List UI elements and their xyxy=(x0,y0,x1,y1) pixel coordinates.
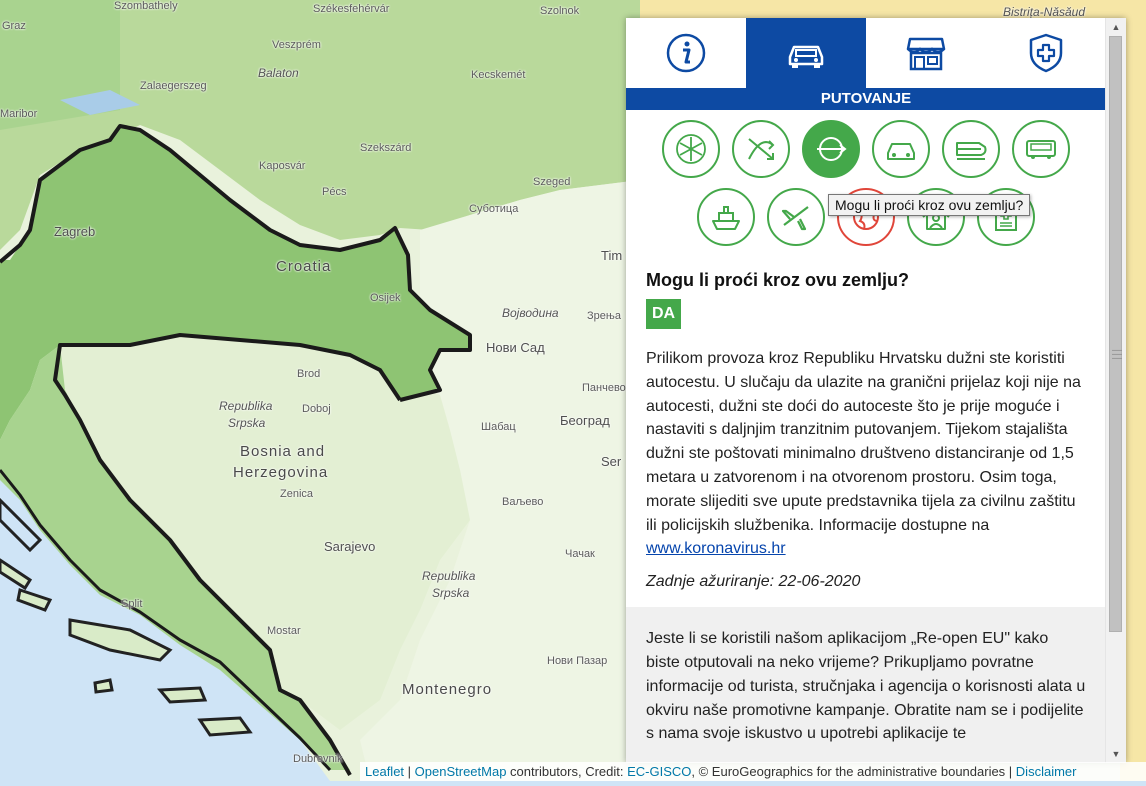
map-label: Београд xyxy=(560,413,610,428)
map-label: Нови Сад xyxy=(486,340,545,355)
map-label: Maribor xyxy=(0,108,38,120)
plane-icon xyxy=(781,206,809,231)
snowflake-icon xyxy=(676,134,706,164)
map-label: Doboj xyxy=(302,403,331,415)
bus-icon xyxy=(1026,140,1056,159)
tooltip: Mogu li proći kroz ovu zemlju? xyxy=(828,194,1031,216)
grip-icon: — — — xyxy=(1112,345,1122,364)
map-label: Osijek xyxy=(370,292,401,304)
map-label: Croatia xyxy=(276,258,332,275)
leaflet-link[interactable]: Leaflet xyxy=(365,764,404,779)
osm-link[interactable]: OpenStreetMap xyxy=(415,764,507,779)
section-title: PUTOVANJE xyxy=(626,88,1106,110)
map-label: Mostar xyxy=(267,625,301,637)
map-label: Панчево xyxy=(582,382,626,394)
map-label: Balaton xyxy=(258,66,299,80)
last-updated: Zadnje ažuriranje: 22-06-2020 xyxy=(646,573,861,591)
tab-travel[interactable] xyxy=(746,18,866,88)
map-label: Нови Пазар xyxy=(547,655,608,667)
map-label: Montenegro xyxy=(402,681,493,698)
map-label: Tim xyxy=(601,248,623,263)
answer-body: Prilikom provoza kroz Republiku Hrvatsku… xyxy=(646,347,1086,561)
scroll-thumb[interactable]: — — — xyxy=(1109,36,1122,632)
map-attribution: Leaflet | OpenStreetMap contributors, Cr… xyxy=(360,762,1146,781)
map-label: Pécs xyxy=(322,186,347,198)
map-label: Brod xyxy=(297,368,321,380)
map-label: Split xyxy=(121,598,143,610)
attribution-text: contributors, Credit: xyxy=(506,764,628,779)
feedback-promo: Jeste li se koristili našom aplikacijom … xyxy=(626,607,1106,763)
info-icon xyxy=(666,33,706,73)
tab-health[interactable] xyxy=(986,18,1106,88)
swap-arrows-icon xyxy=(748,138,775,160)
map-label: Szeged xyxy=(533,176,571,188)
category-transit[interactable] xyxy=(802,120,860,178)
map-label: Szombathely xyxy=(114,0,178,12)
disclaimer-link[interactable]: Disclaimer xyxy=(1016,764,1077,779)
map-label: Zenica xyxy=(280,488,314,500)
transit-icon xyxy=(817,137,847,161)
category-train[interactable] xyxy=(942,120,1000,178)
panel-scrollbar[interactable]: ▲ — — — ▼ xyxy=(1105,18,1126,763)
map-label: Republika xyxy=(422,569,476,583)
map-label: Bosnia and xyxy=(240,443,326,460)
map-label: Sarajevo xyxy=(324,539,376,554)
car-icon xyxy=(788,45,824,68)
info-panel: PUTOVANJE Mogu li proći kroz ovu zemlju?… xyxy=(626,18,1126,763)
panel-tabs xyxy=(626,18,1106,88)
ship-icon xyxy=(712,206,740,230)
tab-shop[interactable] xyxy=(866,18,986,88)
map-label: Ваљево xyxy=(502,496,544,508)
answer-text: Prilikom provoza kroz Republiku Hrvatsku… xyxy=(646,350,1081,534)
attribution-text: , © EuroGeographics for the administrati… xyxy=(691,764,1016,779)
map-label: Srpska xyxy=(432,586,470,600)
car-icon xyxy=(887,143,915,160)
attribution-sep: | xyxy=(404,764,415,779)
map-label: Srpska xyxy=(228,416,266,430)
map-label: Székesfehérvár xyxy=(313,3,390,15)
category-movement[interactable] xyxy=(732,120,790,178)
question-heading: Mogu li proći kroz ovu zemlju? xyxy=(646,270,910,290)
map-label: Szekszárd xyxy=(360,142,412,154)
category-weather[interactable] xyxy=(662,120,720,178)
scroll-down-arrow[interactable]: ▼ xyxy=(1106,745,1126,763)
map-label: Зрења xyxy=(587,310,621,322)
gisco-link[interactable]: EC-GISCO xyxy=(627,764,691,779)
category-ship[interactable] xyxy=(697,188,755,246)
scroll-up-arrow[interactable]: ▲ xyxy=(1106,18,1126,36)
koronavirus-link[interactable]: www.koronavirus.hr xyxy=(646,540,786,557)
map-label: Herzegovina xyxy=(233,464,329,481)
map-label: Kecskemét xyxy=(471,69,526,81)
train-icon xyxy=(956,142,987,160)
map-label: Шабац xyxy=(481,421,516,433)
shield-cross-icon xyxy=(1029,33,1063,73)
map-label: Dubrovnik xyxy=(293,753,343,765)
map-label: Војводина xyxy=(502,306,559,320)
answer-content: Mogu li proći kroz ovu zemlju? DA Prilik… xyxy=(626,270,1106,591)
category-icons xyxy=(626,110,1106,246)
map-label: Szolnok xyxy=(540,5,580,17)
map-label: Zagreb xyxy=(54,224,96,239)
map-label: Veszprém xyxy=(272,39,321,51)
map-label: Чачак xyxy=(565,548,595,560)
category-bus[interactable] xyxy=(1012,120,1070,178)
store-icon xyxy=(906,37,946,71)
map-label: Ser xyxy=(601,454,622,469)
map-label: Graz xyxy=(2,20,26,32)
map-label: Bistrița-Năsăud xyxy=(1003,5,1086,19)
category-plane[interactable] xyxy=(767,188,825,246)
tab-info[interactable] xyxy=(626,18,746,88)
map-label: Суботица xyxy=(469,203,519,215)
map-label: Zalaegerszeg xyxy=(140,80,207,92)
category-car[interactable] xyxy=(872,120,930,178)
answer-badge: DA xyxy=(646,299,682,329)
map-label: Republika xyxy=(219,399,273,413)
map-label: Kaposvár xyxy=(259,160,306,172)
